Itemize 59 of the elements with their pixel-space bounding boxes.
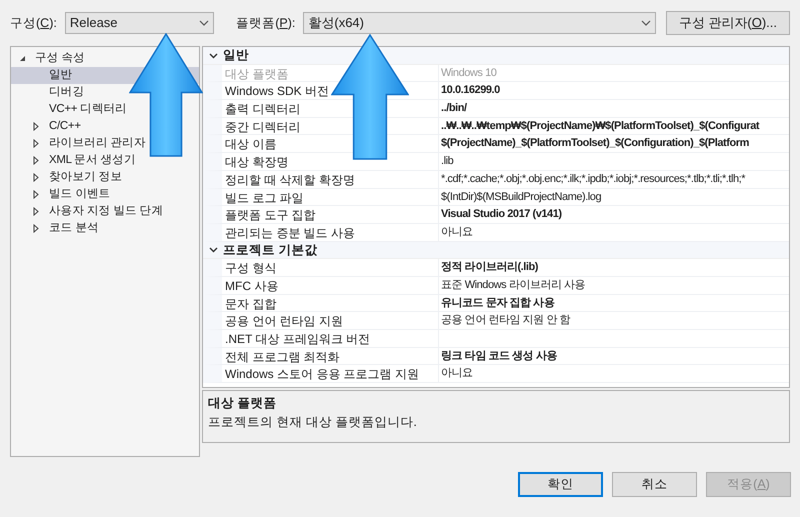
expanded-icon[interactable] [19,55,26,62]
config-dropdown[interactable]: Release [64,12,214,34]
tree-item[interactable]: VC++ 디렉터리 [33,101,131,118]
section-expander-icon[interactable] [208,50,218,60]
tree-item[interactable]: C/C++ [33,118,85,135]
property-value[interactable]: 공용 언어 런타임 지원 안 함 [439,312,570,329]
property-value[interactable]: ..₩..₩..₩temp₩$(ProjectName)₩$(PlatformToolset)_$(Configurat [439,118,760,134]
property-name[interactable]: Windows 스토어 응용 프로그램 지원 [222,365,439,382]
property-value[interactable]: $(ProjectName)_$(PlatformToolset)_$(Configuration)_$(Platform [439,135,749,152]
property-value[interactable]: 아니요 [439,365,473,382]
description-text: 프로젝트의 현재 대상 플랫폼입니다. [208,414,418,431]
property-value[interactable]: ../bin/ [439,100,467,117]
section-header[interactable]: 일반 [223,47,249,65]
property-name[interactable]: .NET 대상 프레임워크 버전 [222,330,439,347]
tree-item[interactable]: 빌드 이벤트 [33,186,114,203]
tree-item[interactable]: 사용자 지정 빌드 단계 [33,203,167,220]
property-name[interactable]: 구성 형식 [222,259,439,276]
property-name[interactable]: 관리되는 증분 빌드 사용 [222,224,439,241]
property-value[interactable]: 10.0.16299.0 [439,82,500,100]
property-name[interactable]: 공용 언어 런타임 지원 [222,312,439,329]
collapsed-icon[interactable] [33,122,39,131]
tree-item[interactable]: XML 문서 생성기 [33,152,140,169]
property-value[interactable]: .lib [439,153,454,170]
collapsed-icon[interactable] [33,173,39,182]
property-name[interactable]: 플랫폼 도구 집합 [222,206,439,223]
collapsed-icon[interactable] [33,224,39,233]
property-name[interactable]: 문자 집합 [222,294,439,312]
tree-item[interactable]: 구성 속성 [19,50,89,67]
property-value[interactable]: 유니코드 문자 집합 사용 [439,294,554,312]
tree-item[interactable]: 디버깅 [33,84,88,101]
tree-item[interactable]: 찾아보기 정보 [33,169,126,186]
property-name[interactable]: 정리할 때 삭제할 확장명 [222,170,439,188]
collapsed-icon[interactable] [33,190,39,199]
property-value[interactable]: $(IntDir)$(MSBuildProjectName).log [439,188,602,206]
platform-dropdown[interactable]: 활성(x64) [303,12,656,34]
dialog-button[interactable]: 확인 [518,472,603,497]
section-header[interactable]: 프로젝트 기본값 [223,240,318,260]
property-value[interactable]: 정적 라이브러리(.lib) [439,259,538,276]
tree-item[interactable]: 라이브러리 관리자 [33,135,150,152]
property-name[interactable]: 빌드 로그 파일 [222,188,439,206]
dialog-button[interactable]: 취소 [612,472,697,497]
property-name[interactable]: MFC 사용 [222,276,439,294]
property-value[interactable]: 아니요 [439,224,473,241]
property-value[interactable]: Visual Studio 2017 (v141) [439,206,562,223]
description-title: 대상 플랫폼 [208,395,278,412]
platform-label: 플랫폼(P): [236,14,296,32]
property-value[interactable]: 링크 타임 코드 생성 사용 [439,348,557,364]
property-name[interactable]: 전체 프로그램 최적화 [222,348,439,364]
config-label: 구성(C): [10,14,57,32]
collapsed-icon[interactable] [33,207,39,216]
caret-icon [640,20,651,26]
collapsed-icon[interactable] [33,139,39,148]
caret-icon [199,20,210,26]
section-expander-icon[interactable] [208,245,218,254]
collapsed-icon[interactable] [33,156,39,165]
property-value[interactable]: *.cdf;*.cache;*.obj;*.obj.enc;*.ilk;*.ipdb;*.iobj;*.resources;*.tlb;*.tli;*.tlh;* [439,170,746,188]
config-manager-button[interactable]: 구성 관리자(O)... [666,11,790,35]
tree-item[interactable]: 코드 분석 [33,220,103,237]
property-value[interactable]: 표준 Windows 라이브러리 사용 [439,276,586,294]
